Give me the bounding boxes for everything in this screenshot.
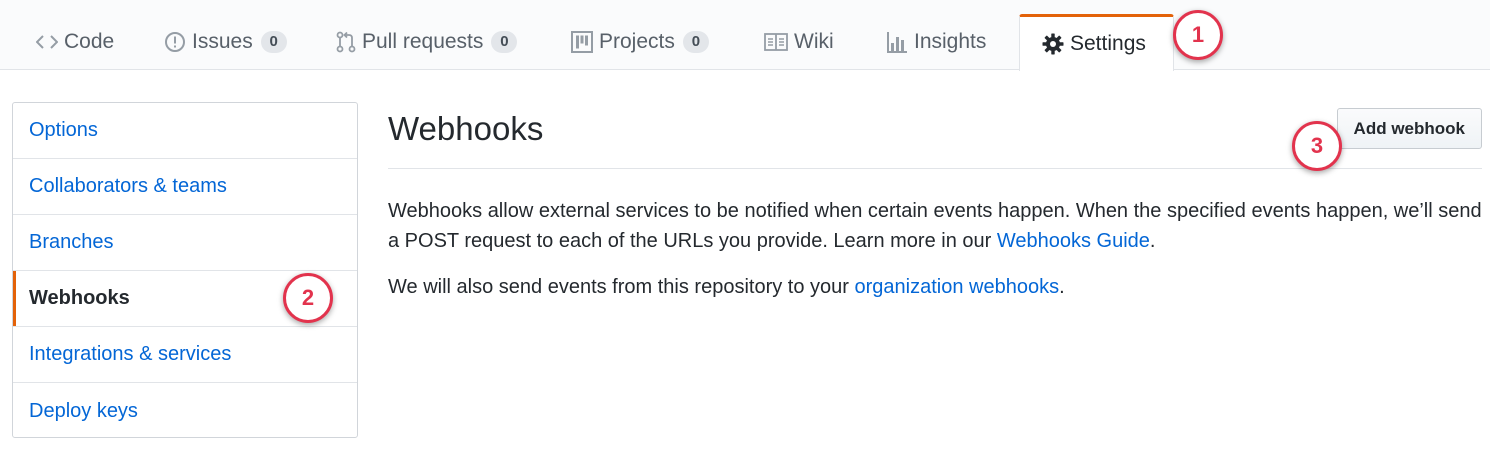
organization-webhooks-link[interactable]: organization webhooks (854, 276, 1059, 298)
graph-icon (886, 31, 908, 53)
annotation-badge-1: 1 (1173, 10, 1223, 60)
tab-code[interactable]: Code (36, 14, 114, 70)
description-paragraph: Webhooks allow external services to be n… (388, 196, 1482, 256)
tab-label: Wiki (794, 30, 834, 53)
gear-icon (1042, 33, 1064, 55)
page-title: Webhooks (388, 110, 544, 147)
repo-nav-tabs: Code Issues 0 Pull requests 0 Projects 0… (0, 0, 1490, 71)
tab-projects[interactable]: Projects 0 (571, 14, 709, 70)
org-note-text: We will also send events from this repos… (388, 276, 855, 298)
webhooks-description: Webhooks allow external services to be n… (388, 196, 1482, 318)
webhooks-guide-link[interactable]: Webhooks Guide (997, 230, 1150, 252)
tab-label: Settings (1070, 32, 1146, 55)
add-webhook-button[interactable]: Add webhook (1336, 108, 1482, 149)
tab-insights[interactable]: Insights (886, 14, 986, 70)
annotation-badge-3: 3 (1292, 121, 1342, 171)
annotation-badge-2: 2 (283, 273, 333, 323)
pull-request-icon (336, 31, 356, 53)
pull-requests-counter: 0 (491, 31, 518, 53)
tab-label: Issues (192, 30, 253, 53)
sidebar-item-integrations-services[interactable]: Integrations & services (13, 327, 357, 383)
description-end: . (1149, 230, 1156, 252)
project-icon (571, 31, 593, 53)
issue-icon (164, 31, 186, 53)
tab-label: Code (64, 30, 115, 53)
tab-wiki[interactable]: Wiki (764, 14, 834, 70)
sidebar-item-options[interactable]: Options (13, 103, 357, 159)
tab-pull-requests[interactable]: Pull requests 0 (336, 14, 518, 70)
sidebar-item-collaborators-teams[interactable]: Collaborators & teams (13, 159, 357, 215)
description-text: Webhooks allow external services to be n… (388, 200, 1482, 252)
projects-counter: 0 (682, 31, 709, 53)
org-note-end: . (1059, 276, 1065, 298)
code-icon (36, 34, 58, 50)
tab-issues[interactable]: Issues 0 (164, 14, 287, 70)
book-icon (764, 33, 788, 51)
issues-counter: 0 (260, 31, 287, 53)
settings-sidebar: Options Collaborators & teams Branches W… (12, 102, 358, 438)
tab-settings[interactable]: Settings (1019, 14, 1174, 71)
sidebar-item-deploy-keys[interactable]: Deploy keys (13, 383, 357, 437)
tab-label: Insights (914, 30, 987, 53)
tab-label: Projects (599, 30, 675, 53)
org-note-paragraph: We will also send events from this repos… (388, 272, 1482, 302)
tab-label: Pull requests (362, 30, 484, 53)
sidebar-item-branches[interactable]: Branches (13, 215, 357, 271)
